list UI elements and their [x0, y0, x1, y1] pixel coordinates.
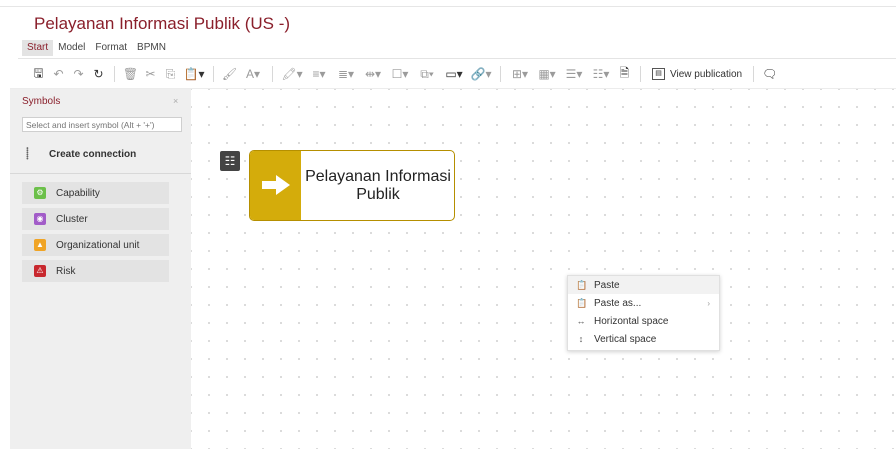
- table-icon[interactable]: ▦▾: [535, 65, 559, 83]
- cut-icon[interactable]: ✂: [142, 65, 159, 83]
- horizontal-space-icon: ↔: [576, 316, 586, 326]
- vertical-space-icon: ↕: [578, 334, 584, 344]
- menu-item-label: Vertical space: [594, 333, 657, 345]
- create-connection-button[interactable]: ⸽ Create connection: [26, 147, 136, 161]
- tab-start[interactable]: Start: [22, 40, 54, 56]
- fill-color-icon[interactable]: 🖍▾: [280, 65, 304, 83]
- font-dropdown-icon[interactable]: A▾: [241, 65, 265, 83]
- symbol-cluster[interactable]: ◉ Cluster: [22, 208, 169, 230]
- ribbon-divider: [18, 58, 896, 59]
- close-icon[interactable]: ×: [173, 96, 178, 106]
- model-canvas[interactable]: [191, 89, 896, 449]
- attributes-icon[interactable]: ☰▾: [562, 65, 586, 83]
- context-menu: 📋 Paste 📋 Paste as... › ↔ Horizontal spa…: [567, 275, 720, 351]
- paste-as-icon: 📋: [576, 297, 588, 308]
- view-publication-button[interactable]: ▤ View publication: [648, 68, 746, 80]
- save-icon[interactable]: 🖫: [30, 65, 47, 83]
- context-menu-vertical-space[interactable]: ↕ Vertical space: [568, 330, 719, 348]
- menu-item-label: Horizontal space: [594, 315, 669, 327]
- shape-icon[interactable]: ▭▾: [442, 65, 466, 83]
- capability-icon: ⚙: [34, 187, 46, 199]
- delete-icon[interactable]: 🗑: [122, 65, 139, 83]
- panel-divider: [10, 173, 191, 174]
- menu-item-label: Paste: [594, 279, 620, 291]
- cluster-icon: ◉: [34, 213, 46, 225]
- hierarchy-icon[interactable]: ☷: [220, 151, 240, 171]
- view-publication-label: View publication: [670, 68, 743, 80]
- format-painter-icon[interactable]: 🖌: [221, 65, 238, 83]
- context-menu-paste-as[interactable]: 📋 Paste as... ›: [568, 294, 719, 312]
- symbol-label: Capability: [56, 187, 100, 199]
- paste-icon: 📋: [576, 279, 588, 290]
- context-menu-horizontal-space[interactable]: ↔ Horizontal space: [568, 312, 719, 330]
- document-icon[interactable]: 🗎: [616, 65, 633, 83]
- menu-item-label: Paste as...: [594, 297, 642, 309]
- connection-icon: ⸽: [26, 148, 29, 160]
- tab-model[interactable]: Model: [53, 40, 90, 56]
- paste-dropdown-icon[interactable]: 📋▾: [182, 65, 206, 83]
- tab-format[interactable]: Format: [90, 40, 132, 56]
- process-node-label-line2: Publik: [356, 186, 400, 203]
- layout-icon[interactable]: ⊞▾: [508, 65, 532, 83]
- symbol-label: Cluster: [56, 213, 88, 225]
- publication-icon: ▤: [652, 68, 665, 80]
- arrange-icon[interactable]: ⧉▾: [415, 65, 439, 83]
- undo-icon[interactable]: ↶: [50, 65, 67, 83]
- toolbar-separator: [272, 66, 273, 82]
- symbol-label: Organizational unit: [56, 239, 140, 251]
- distribute-icon[interactable]: ⇹▾: [361, 65, 385, 83]
- toolbar-separator: [213, 66, 214, 82]
- symbol-label: Risk: [56, 265, 76, 277]
- org-unit-icon: ▲: [34, 239, 46, 251]
- tab-bpmn[interactable]: BPMN: [132, 40, 171, 56]
- symbols-panel-title: Symbols: [22, 96, 61, 107]
- context-menu-paste[interactable]: 📋 Paste: [568, 276, 719, 294]
- redo-icon[interactable]: ↷: [70, 65, 87, 83]
- create-connection-label: Create connection: [49, 148, 137, 160]
- process-node[interactable]: Pelayanan Informasi Publik: [249, 150, 455, 221]
- symbol-risk[interactable]: ⚠ Risk: [22, 260, 169, 282]
- toolbar-separator: [500, 66, 501, 82]
- align-left-icon[interactable]: ≡▾: [307, 65, 331, 83]
- toolbar-separator: [640, 66, 641, 82]
- refresh-icon[interactable]: ↻: [90, 65, 107, 83]
- toolbar-separator: [114, 66, 115, 82]
- align-center-icon[interactable]: ≣▾: [334, 65, 358, 83]
- resize-icon[interactable]: ☐▾: [388, 65, 412, 83]
- symbol-capability[interactable]: ⚙ Capability: [22, 182, 169, 204]
- comment-icon[interactable]: 🗨: [761, 65, 778, 83]
- window-top-border: [0, 0, 896, 7]
- link-icon[interactable]: 🔗▾: [469, 65, 493, 83]
- symbols-panel: Symbols × ⸽ Create connection ⚙ Capabili…: [10, 89, 191, 449]
- toolbar-separator: [753, 66, 755, 82]
- toolbar: 🖫 ↶ ↷ ↻ 🗑 ✂ ⎘ 📋▾ 🖌 A▾ 🖍▾ ≡▾ ≣▾ ⇹▾ ☐▾ ⧉▾ …: [30, 63, 778, 85]
- process-node-label: Pelayanan Informasi Publik: [303, 168, 453, 204]
- risk-icon: ⚠: [34, 265, 46, 277]
- symbol-search-input[interactable]: [22, 117, 182, 132]
- process-node-label-line1: Pelayanan Informasi: [305, 168, 451, 185]
- properties-icon[interactable]: ☷▾: [589, 65, 613, 83]
- model-title: Pelayanan Informasi Publik (US -): [34, 14, 291, 33]
- ribbon-tabs: Start Model Format BPMN: [22, 40, 171, 56]
- symbol-organizational-unit[interactable]: ▲ Organizational unit: [22, 234, 169, 256]
- chevron-right-icon: ›: [707, 298, 710, 308]
- copy-icon[interactable]: ⎘: [162, 65, 179, 83]
